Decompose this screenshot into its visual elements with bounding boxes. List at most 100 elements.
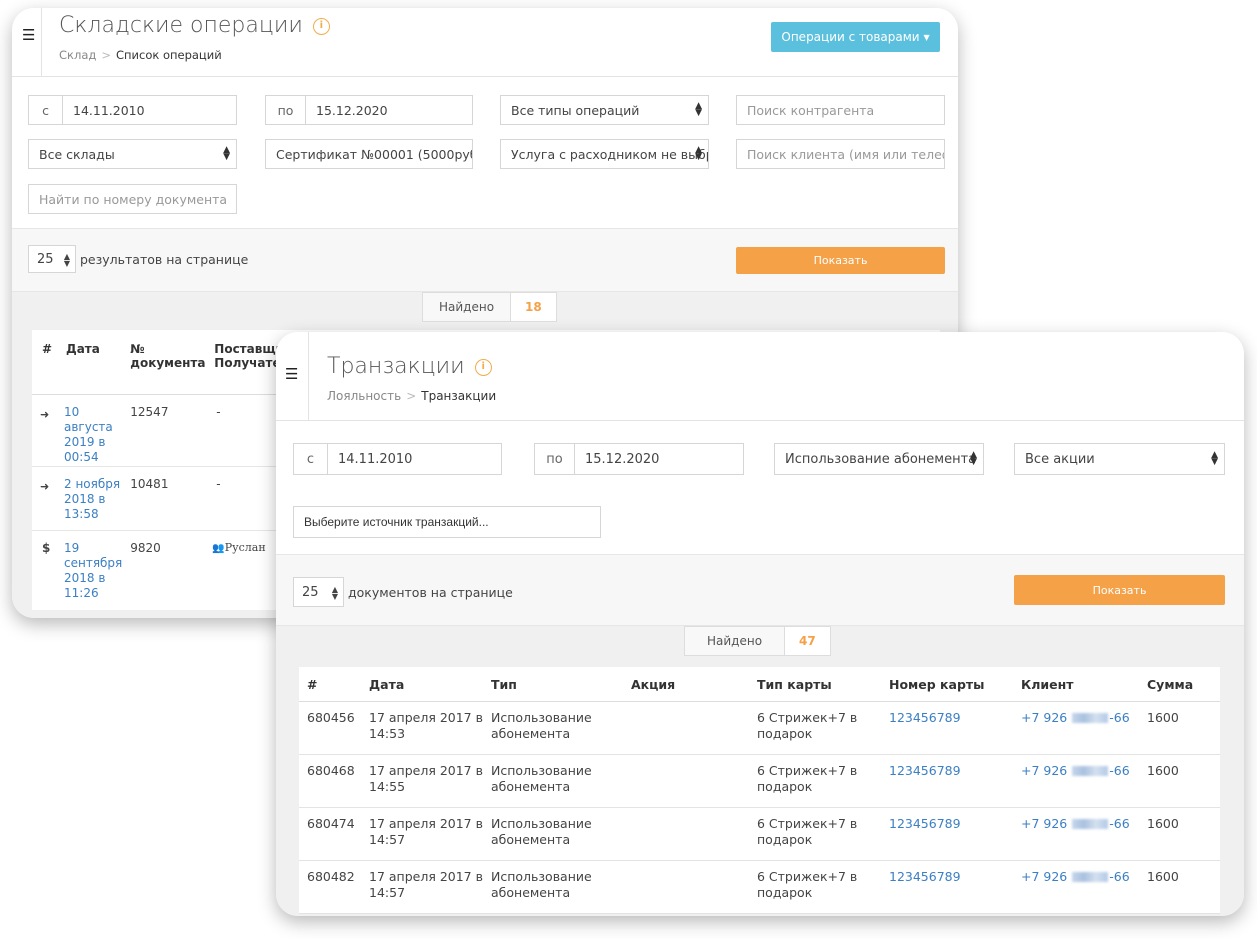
row-id: 680482 [307,868,355,884]
row-type: Использование абонемента [491,762,592,794]
sort-icon: ▲ ▼ [331,585,338,601]
breadcrumb-root[interactable]: Склад [59,48,96,62]
found-counter: Найдено 18 [422,292,557,322]
row-card-type: 6 Стрижек+7 в подарок [757,762,858,794]
row-type: Использование абонемента [491,868,592,900]
client-search-input[interactable]: Поиск клиента (имя или телефс [736,139,945,169]
goods-operations-button[interactable]: Операции с товарами ▼ [771,22,940,52]
blurred-phone [1072,713,1109,723]
row-sum: 1600 [1147,762,1179,778]
blurred-phone [1072,872,1109,882]
col-doc: № документа [130,342,206,370]
service-select[interactable]: Услуга с расходником не выбр ▲ ▼ [500,139,709,169]
col-promo: Акция [631,677,676,692]
row-client[interactable]: +7 926 -66 [1013,807,1139,860]
found-counter: Найдено 47 [684,626,831,656]
date-to-field[interactable]: по 15.12.2020 [265,95,473,125]
operation-type-select[interactable]: Все типы операций ▲ ▼ [500,95,709,125]
blurred-phone [1072,766,1109,776]
row-card-type: 6 Стрижек+7 в подарок [757,868,858,900]
document-number-input[interactable]: Найти по номеру документа [28,184,237,214]
transactions-table: # Дата Тип Акция Тип карты Номер карты К… [299,667,1220,914]
date-from-field[interactable]: с 14.11.2010 [293,443,502,475]
counterparty-search-input[interactable]: Поиск контрагента [736,95,945,125]
sort-icon: ▲ ▼ [695,145,702,162]
info-icon[interactable]: i [474,358,492,376]
row-date[interactable]: 10 августа 2019 в 00:54 [58,394,122,466]
per-page-control: 25 ▲ ▼ результатов на странице [28,245,248,273]
per-page-select[interactable]: 25 ▲ ▼ [293,577,344,607]
col-sum: Сумма [1147,677,1194,692]
table-row: 680482 17 апреля 2017 в 14:57 Использование… [299,860,1220,913]
row-type: Использование абонемента [491,815,592,847]
row-promo [623,860,749,913]
col-client: Клиент [1021,677,1074,692]
warehouse-header: ☰ Складские операции i Склад > Список опер… [12,8,958,77]
breadcrumb-current: Список операций [115,48,222,62]
certificate-select[interactable]: Сертификат №00001 (5000руб.) [265,139,473,169]
row-doc: 10481 [130,476,169,491]
per-page-label: документов на странице [348,584,513,600]
sort-icon: ▲ ▼ [63,252,70,268]
row-sum: 1600 [1147,815,1179,831]
row-date: 17 апреля 2017 в 14:55 [369,762,483,794]
row-id: 680474 [307,815,355,831]
breadcrumb-root[interactable]: Лояльность [327,389,401,403]
row-doc: 12547 [130,404,169,419]
sort-icon: ▲ ▼ [1211,450,1218,467]
sign-in-icon: ➜ [40,479,50,493]
row-client[interactable]: +7 926 -66 [1013,860,1139,913]
row-card-number[interactable]: 123456789 [881,701,1013,754]
col-date: Дата [369,677,405,692]
row-date[interactable]: 2 ноября 2018 в 13:58 [58,466,122,530]
sort-icon: ▲ ▼ [223,145,230,162]
date-to-field[interactable]: по 15.12.2020 [534,443,744,475]
warehouse-select[interactable]: Все склады ▲ ▼ [28,139,237,169]
row-client[interactable]: +7 926 -66 [1013,754,1139,807]
transaction-type-select[interactable]: Использование абонемента ▲ ▼ [774,443,984,475]
table-header: # Дата Тип Акция Тип карты Номер карты К… [299,667,1220,701]
row-card-type: 6 Стрижек+7 в подарок [757,709,858,741]
blurred-phone [1072,819,1109,829]
row-card-number[interactable]: 123456789 [881,860,1013,913]
row-client[interactable]: +7 926 -66 [1013,701,1139,754]
promo-select[interactable]: Все акции ▲ ▼ [1014,443,1225,475]
table-row: 680456 17 апреля 2017 в 14:53 Использование… [299,701,1220,754]
table-row: 680474 17 апреля 2017 в 14:57 Использование… [299,807,1220,860]
row-id: 680456 [307,709,355,725]
row-type: Использование абонемента [491,709,592,741]
per-page-control: 25 ▲ ▼ документов на странице [293,577,513,607]
col-card-type: Тип карты [757,677,832,692]
row-promo [623,807,749,860]
col-date: Дата [66,342,100,356]
per-page-select[interactable]: 25 ▲ ▼ [28,245,76,273]
show-button[interactable]: Показать [736,247,945,274]
transaction-source-select[interactable]: Выберите источник транзакций... [293,506,601,538]
page-title: Транзакции [327,354,465,379]
page-title: Складские операции [59,13,303,38]
row-sum: 1600 [1147,868,1179,884]
col-type: Тип [491,677,517,692]
transactions-header: ☰ Транзакции i Лояльность > Транзакции [276,332,1244,421]
table-row: 680468 17 апреля 2017 в 14:55 Использование… [299,754,1220,807]
col-number: # [307,677,318,692]
row-date[interactable]: 19 сентября 2018 в 11:26 [58,530,122,610]
row-promo [623,754,749,807]
info-icon[interactable]: i [312,17,330,35]
menu-icon[interactable]: ☰ [285,365,298,383]
row-card-number[interactable]: 123456789 [881,754,1013,807]
date-from-field[interactable]: с 14.11.2010 [28,95,237,125]
row-date: 17 апреля 2017 в 14:57 [369,815,483,847]
row-promo [623,701,749,754]
breadcrumb: Лояльность > Транзакции [327,389,497,403]
sort-icon: ▲ ▼ [695,101,702,118]
row-card-type: 6 Стрижек+7 в подарок [757,815,858,847]
row-card-number[interactable]: 123456789 [881,807,1013,860]
transactions-window: ☰ Транзакции i Лояльность > Транзакции с 1… [276,332,1244,916]
caret-down-icon: ▼ [923,32,930,42]
menu-icon[interactable]: ☰ [22,26,35,44]
show-button[interactable]: Показать [1014,575,1225,605]
row-doc: 9820 [130,540,161,555]
dollar-icon: $ [42,540,51,555]
row-date: 17 апреля 2017 в 14:53 [369,709,483,741]
